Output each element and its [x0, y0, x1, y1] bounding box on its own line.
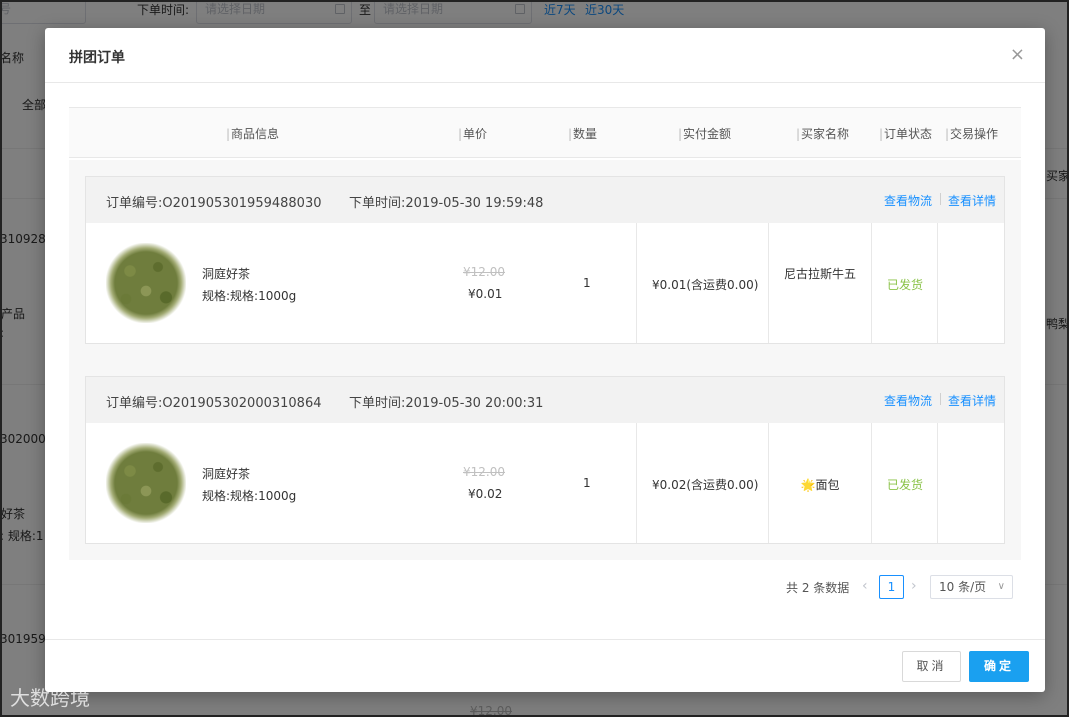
order-card-body: 洞庭好茶 规格:规格:1000g ¥12.00 ¥0.02 1 ¥0.02(含运… [86, 423, 1004, 543]
cell-divider [636, 423, 637, 543]
order-status: 已发货 [887, 478, 924, 492]
buyer-name-text: 尼古拉斯牛五 [783, 267, 856, 281]
order-card: 订单编号:O201905302000310864 下单时间:2019-05-30… [69, 360, 1021, 560]
buyer-name-text: 面包 [815, 478, 840, 492]
product-spec: 规格:规格:1000g [202, 289, 297, 303]
modal-footer: 取消 确定 [45, 639, 1045, 692]
product-spec: 规格:规格:1000g [202, 489, 297, 503]
cell-divider [937, 423, 938, 543]
quantity: 1 [583, 276, 591, 290]
cell-divider [636, 223, 637, 343]
modal-header: 拼团订单 × [45, 28, 1045, 83]
chevron-left-icon[interactable]: ‹ [862, 578, 868, 594]
view-logistics-link[interactable]: 查看物流 [884, 392, 932, 409]
order-card-body: 洞庭好茶 规格:规格:1000g ¥12.00 ¥0.01 1 ¥0.01(含运… [86, 223, 1004, 343]
page-size-select[interactable]: 10 条/页 ∨ [930, 575, 1013, 599]
view-details-link[interactable]: 查看详情 [948, 392, 996, 409]
link-divider [940, 193, 941, 205]
unit-price: ¥0.02 [468, 487, 503, 501]
chevron-right-icon[interactable]: › [911, 578, 917, 594]
quantity: 1 [583, 476, 591, 490]
pagination-total: 共 2 条数据 [786, 581, 850, 595]
order-card-header: 订单编号:O201905302000310864 下单时间:2019-05-30… [86, 377, 1004, 423]
cancel-button[interactable]: 取消 [902, 651, 961, 682]
cell-divider [871, 223, 872, 343]
order-card: 订单编号:O201905301959488030 下单时间:2019-05-30… [69, 160, 1021, 360]
watermark: 大数跨境 [10, 686, 90, 710]
page-button-current[interactable]: 1 [879, 575, 904, 599]
cell-divider [768, 223, 769, 343]
original-price: ¥12.00 [463, 465, 505, 479]
column-header: 单价 [458, 125, 487, 142]
column-header: 订单状态 [879, 125, 932, 142]
product-image[interactable] [106, 443, 186, 523]
product-image[interactable] [106, 243, 186, 323]
confirm-button[interactable]: 确定 [969, 651, 1029, 682]
order-card-header: 订单编号:O201905301959488030 下单时间:2019-05-30… [86, 177, 1004, 223]
product-name: 洞庭好茶 [202, 267, 251, 281]
star-icon: 🌟 [800, 478, 816, 492]
order-time: 下单时间:2019-05-30 20:00:31 [349, 396, 544, 411]
view-logistics-link[interactable]: 查看物流 [884, 192, 932, 209]
link-divider [940, 393, 941, 405]
order-card-inner: 订单编号:O201905302000310864 下单时间:2019-05-30… [85, 376, 1005, 544]
column-header: 交易操作 [945, 125, 998, 142]
buyer-name: 尼古拉斯牛五 [783, 265, 857, 283]
column-header: 买家名称 [796, 125, 849, 142]
product-name: 洞庭好茶 [202, 467, 251, 481]
modal-title: 拼团订单 [69, 50, 125, 66]
close-icon[interactable]: × [1010, 46, 1025, 64]
order-card-inner: 订单编号:O201905301959488030 下单时间:2019-05-30… [85, 176, 1005, 344]
order-number: 订单编号:O201905301959488030 [106, 196, 322, 211]
chevron-down-icon: ∨ [997, 581, 1005, 592]
column-header: 实付金额 [678, 125, 731, 142]
cell-divider [937, 223, 938, 343]
unit-price: ¥0.01 [468, 287, 503, 301]
paid-amount: ¥0.01(含运费0.00) [652, 278, 759, 292]
order-time: 下单时间:2019-05-30 19:59:48 [349, 196, 544, 211]
order-number: 订单编号:O201905302000310864 [106, 396, 322, 411]
column-header: 商品信息 [226, 125, 279, 142]
order-status: 已发货 [887, 278, 924, 292]
paid-amount: ¥0.02(含运费0.00) [652, 478, 759, 492]
buyer-name: 🌟面包 [783, 476, 857, 494]
table-header: 商品信息 单价 数量 实付金额 买家名称 订单状态 交易操作 [69, 107, 1021, 158]
original-price: ¥12.00 [463, 265, 505, 279]
cell-divider [768, 423, 769, 543]
view-details-link[interactable]: 查看详情 [948, 192, 996, 209]
cell-divider [871, 423, 872, 543]
column-header: 数量 [568, 125, 597, 142]
group-order-modal: 拼团订单 × 商品信息 单价 数量 实付金额 买家名称 订单状态 交易操作 订单… [45, 28, 1045, 692]
page-size-value: 10 条/页 [939, 580, 987, 594]
